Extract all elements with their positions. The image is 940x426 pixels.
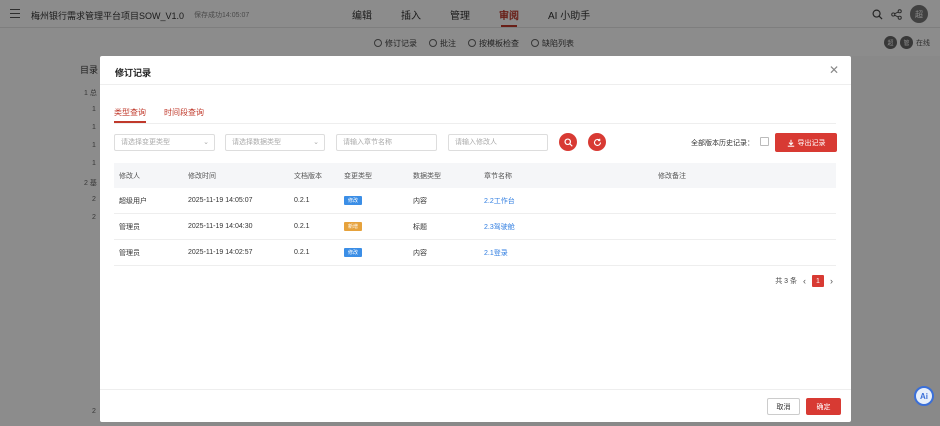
search-icon: [563, 137, 573, 147]
confirm-button[interactable]: 确定: [806, 398, 841, 415]
cell-version: 0.2.1: [294, 249, 310, 256]
all-versions-checkbox[interactable]: [760, 137, 769, 146]
cell-time: 2025-11-19 14:05:07: [188, 197, 253, 204]
refresh-icon: [593, 138, 601, 146]
column-header: 修改人: [119, 172, 140, 180]
table-header: 修改人 修改时间 文档版本 变更类型 数据类型 章节名称 修改备注: [114, 163, 836, 188]
change-type-select[interactable]: 请选择变更类型 ⌄: [114, 134, 215, 151]
dialog-footer: 取消 确定: [100, 389, 851, 422]
reset-button[interactable]: [588, 133, 606, 151]
change-type-badge: 修改: [344, 248, 363, 257]
change-type-badge: 新增: [344, 222, 363, 231]
revision-history-dialog: 修订记录 ✕ 类型查询 时间段查询 请选择变更类型 ⌄ 请选择数据类型 ⌄ 请输…: [100, 56, 851, 422]
chevron-left-icon[interactable]: ‹: [803, 276, 806, 286]
cell-user: 超级用户: [119, 197, 147, 205]
download-icon: [787, 139, 794, 147]
cell-user: 管理员: [119, 223, 140, 231]
close-icon[interactable]: ✕: [829, 64, 839, 76]
column-header: 修改备注: [658, 172, 686, 180]
export-button[interactable]: 导出记录: [775, 133, 837, 152]
table-row: 管理员 2025-11-19 14:02:57 0.2.1 修改 内容 2.1登…: [114, 240, 836, 266]
cell-version: 0.2.1: [294, 223, 310, 230]
tab-type-query[interactable]: 类型查询: [114, 107, 146, 123]
change-type-badge: 修改: [344, 196, 363, 205]
section-link[interactable]: 2.2工作台: [484, 188, 515, 213]
cell-time: 2025-11-19 14:04:30: [188, 223, 253, 230]
column-header: 修改时间: [188, 172, 216, 180]
tab-divider: [114, 123, 836, 124]
page-button-current[interactable]: 1: [812, 275, 824, 287]
cell-data-type: 内容: [413, 249, 427, 257]
dialog-title: 修订记录: [115, 68, 152, 78]
pagination: 共 3 条 ‹ 1 ›: [775, 275, 833, 287]
section-name-input[interactable]: 请输入章节名称: [336, 134, 437, 151]
query-tabs: 类型查询 时间段查询: [114, 107, 204, 123]
cell-user: 管理员: [119, 249, 140, 257]
cell-data-type: 标题: [413, 223, 427, 231]
chevron-right-icon[interactable]: ›: [830, 276, 833, 286]
all-versions-label: 全部版本历史记录：: [691, 140, 754, 147]
modifier-input[interactable]: 请输入修改人: [448, 134, 548, 151]
cell-version: 0.2.1: [294, 197, 310, 204]
table-row: 超级用户 2025-11-19 14:05:07 0.2.1 修改 内容 2.2…: [114, 188, 836, 214]
cancel-button[interactable]: 取消: [767, 398, 800, 415]
column-header: 章节名称: [484, 172, 512, 180]
search-button[interactable]: [559, 133, 577, 151]
ai-assistant-button[interactable]: Ai: [914, 386, 934, 406]
column-header: 文档版本: [294, 172, 322, 180]
cell-time: 2025-11-19 14:02:57: [188, 249, 253, 256]
revision-table: 修改人 修改时间 文档版本 变更类型 数据类型 章节名称 修改备注 超级用户 2…: [114, 163, 836, 266]
cell-data-type: 内容: [413, 197, 427, 205]
section-link[interactable]: 2.3驾驶舱: [484, 214, 515, 239]
data-type-select[interactable]: 请选择数据类型 ⌄: [225, 134, 325, 151]
column-header: 数据类型: [413, 172, 441, 180]
column-header: 变更类型: [344, 172, 372, 180]
dialog-header: 修订记录 ✕: [100, 56, 851, 85]
table-row: 管理员 2025-11-19 14:04:30 0.2.1 新增 标题 2.3驾…: [114, 214, 836, 240]
tab-time-query[interactable]: 时间段查询: [164, 107, 204, 123]
chevron-down-icon: ⌄: [313, 139, 319, 146]
chevron-down-icon: ⌄: [203, 139, 209, 146]
total-count: 共 3 条: [775, 278, 797, 285]
section-link[interactable]: 2.1登录: [484, 240, 508, 265]
